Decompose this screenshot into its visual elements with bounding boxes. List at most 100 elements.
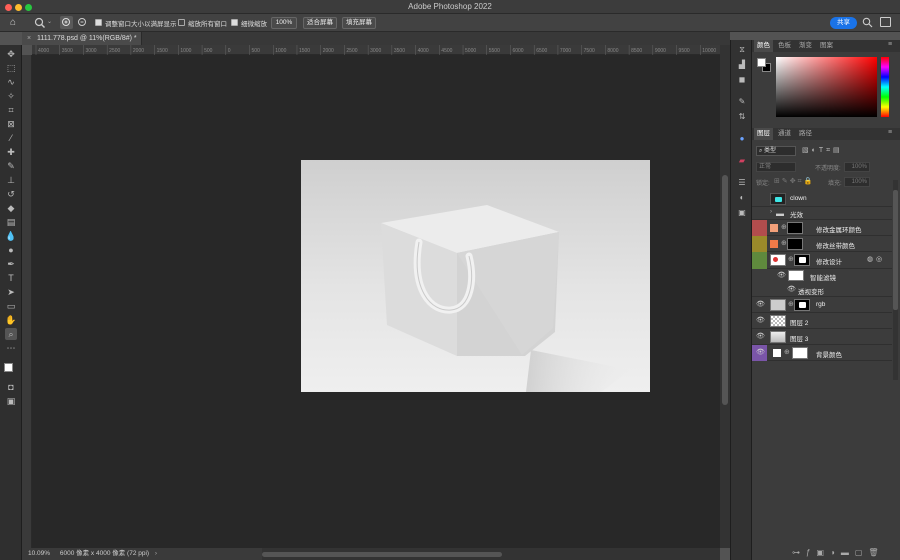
type-tool-icon[interactable]: T <box>5 272 17 284</box>
more-tools-icon[interactable]: ⋯ <box>5 342 17 354</box>
marquee-tool-icon[interactable]: ⬚ <box>5 62 17 74</box>
panel-menu-icon[interactable]: ≡ <box>888 41 892 48</box>
layer-group-light[interactable]: › ▬ 光效 <box>752 207 892 220</box>
layer-filter-select[interactable]: ⌕ 类型 <box>756 146 796 156</box>
layer-row-smart-filters[interactable]: 👁 智能滤镜 <box>752 269 892 283</box>
eye-icon[interactable]: 👁 <box>756 333 765 341</box>
styles-panel-icon[interactable]: ▣ <box>736 207 748 219</box>
plugin-icon[interactable]: ▰ <box>736 155 748 167</box>
path-selection-tool-icon[interactable]: ➤ <box>5 286 17 298</box>
layer-row-ring-color[interactable]: ⊕ 修改金属环颜色 <box>752 220 892 236</box>
chevron-right-icon[interactable]: › <box>770 209 772 215</box>
magic-wand-tool-icon[interactable]: ✧ <box>5 90 17 102</box>
home-icon[interactable]: ⌂ <box>10 17 16 28</box>
brush-settings-icon[interactable]: ✎ <box>736 96 748 108</box>
blur-tool-icon[interactable]: 💧 <box>5 230 17 242</box>
eyedropper-tool-icon[interactable]: ⁄ <box>5 132 17 144</box>
layers-panel-menu-icon[interactable]: ≡ <box>888 129 892 136</box>
zoom-level[interactable]: 10.09% <box>28 550 50 557</box>
tab-patterns[interactable]: 图案 <box>820 40 833 52</box>
layer-row-rgb[interactable]: 👁 ⊕ rgb <box>752 297 892 313</box>
zoom-in-icon[interactable] <box>60 16 73 29</box>
color-picker-field[interactable] <box>776 57 877 117</box>
layer-filter-icons[interactable]: ▧◐T⌗▤ <box>802 146 843 155</box>
dodge-tool-icon[interactable]: ● <box>5 244 17 256</box>
eye-icon[interactable]: 👁 <box>777 272 786 280</box>
rectangle-tool-icon[interactable]: ▭ <box>5 300 17 312</box>
tab-color[interactable]: 颜色 <box>754 40 773 52</box>
move-tool-icon[interactable]: ✥ <box>5 48 17 60</box>
lasso-tool-icon[interactable]: ∿ <box>5 76 17 88</box>
workspace-icon[interactable] <box>880 17 891 27</box>
hand-tool-icon[interactable]: ✋ <box>5 314 17 326</box>
horizontal-scroll-thumb[interactable] <box>262 552 502 557</box>
share-button[interactable]: 共享 <box>830 16 857 29</box>
screen-mode-icon[interactable]: ▣ <box>5 395 17 407</box>
layer-color-label <box>752 236 767 252</box>
properties-panel-icon[interactable]: ▟ <box>736 59 748 71</box>
eye-icon[interactable]: 👁 <box>756 317 765 325</box>
close-tab-icon[interactable]: × <box>27 35 31 42</box>
chevron-down-icon[interactable]: ⌄ <box>47 18 52 25</box>
blend-mode-select[interactable]: 正常 <box>756 162 796 172</box>
fill-screen-button[interactable]: 填充屏幕 <box>342 16 376 29</box>
tab-paths[interactable]: 路径 <box>799 128 812 140</box>
smart-filter-icon[interactable]: ◎ <box>876 255 882 263</box>
tab-channels[interactable]: 通道 <box>778 128 791 140</box>
zoom-tool-icon[interactable] <box>34 17 46 29</box>
layer-thumbnail <box>770 331 786 343</box>
zoom-out-icon[interactable] <box>76 16 89 29</box>
history-panel-icon[interactable]: ⧖ <box>736 44 748 56</box>
history-brush-tool-icon[interactable]: ↺ <box>5 188 17 200</box>
tab-gradients[interactable]: 渐变 <box>799 40 812 52</box>
color-panel-foreground-swatch[interactable] <box>757 58 766 67</box>
lock-icons[interactable]: ⊞✎✥⌗🔒 <box>774 177 814 186</box>
document-tab[interactable]: × 1111.778.psd @ 11%(RGB/8#) * <box>22 32 142 45</box>
layers-bottom-toolbar[interactable]: ⊶ƒ▣◑▬▢🗑 <box>792 548 885 557</box>
eye-icon[interactable]: 👁 <box>756 349 765 357</box>
pen-tool-icon[interactable]: ✒ <box>5 258 17 270</box>
layer-row-layer-2[interactable]: 👁 图层 2 <box>752 313 892 329</box>
libraries-icon[interactable]: ● <box>736 133 748 145</box>
opacity-input[interactable]: 100% <box>844 162 870 172</box>
gradient-tool-icon[interactable]: ▤ <box>5 216 17 228</box>
vertical-scrollbar[interactable] <box>720 45 730 548</box>
fill-input[interactable]: 100% <box>844 177 870 187</box>
adjustments-panel-icon[interactable]: ⇅ <box>736 111 748 123</box>
search-icon[interactable] <box>862 17 873 28</box>
tab-swatches[interactable]: 色板 <box>778 40 791 52</box>
layer-row-clown[interactable]: clown <box>752 191 892 207</box>
eraser-tool-icon[interactable]: ◆ <box>5 202 17 214</box>
clone-stamp-tool-icon[interactable]: ⊥ <box>5 174 17 186</box>
layer-row-layer-3[interactable]: 👁 图层 3 <box>752 329 892 345</box>
layer-effects-icon[interactable]: ◍ <box>867 255 873 263</box>
layer-name: 智能滤镜 <box>810 275 836 282</box>
resize-windows-checkbox[interactable] <box>95 19 102 26</box>
layer-row-ribbon-color[interactable]: ⊕ 修改丝带颜色 <box>752 236 892 252</box>
crop-tool-icon[interactable]: ⌗ <box>5 104 17 116</box>
frame-tool-icon[interactable]: ⊠ <box>5 118 17 130</box>
foreground-color-swatch[interactable] <box>4 363 13 372</box>
healing-brush-tool-icon[interactable]: ✚ <box>5 146 17 158</box>
sliders-icon[interactable]: ☰ <box>736 177 748 189</box>
zoom-tool-active-icon[interactable]: ⌕ <box>5 328 17 340</box>
zoom-100-button[interactable]: 100% <box>271 16 297 29</box>
layers-scrollbar[interactable] <box>893 180 898 380</box>
fit-screen-button[interactable]: 适合屏幕 <box>303 16 337 29</box>
zoom-all-windows-checkbox[interactable] <box>178 19 185 26</box>
status-chevron-icon[interactable]: › <box>155 550 157 557</box>
layer-row-perspective-warp[interactable]: 👁 透视变形 <box>752 283 892 297</box>
vertical-scroll-thumb[interactable] <box>722 175 728 405</box>
adjustment-circle-icon[interactable]: ◐ <box>736 192 748 204</box>
brush-tool-icon[interactable]: ✎ <box>5 160 17 172</box>
hue-slider[interactable] <box>881 57 889 117</box>
eye-icon[interactable]: 👁 <box>756 301 765 309</box>
quick-mask-icon[interactable]: ◘ <box>5 381 17 393</box>
comments-panel-icon[interactable]: ◼ <box>736 74 748 86</box>
document-canvas[interactable] <box>301 160 650 392</box>
scrubby-zoom-checkbox[interactable] <box>231 19 238 26</box>
eye-icon[interactable]: 👁 <box>787 286 796 294</box>
layer-row-design[interactable]: ⊕ 修改设计 ◍ ◎ <box>752 252 892 297</box>
layer-row-background-color[interactable]: 👁 ⊕ 背景颜色 <box>752 345 892 361</box>
tab-layers[interactable]: 图层 <box>754 128 773 140</box>
